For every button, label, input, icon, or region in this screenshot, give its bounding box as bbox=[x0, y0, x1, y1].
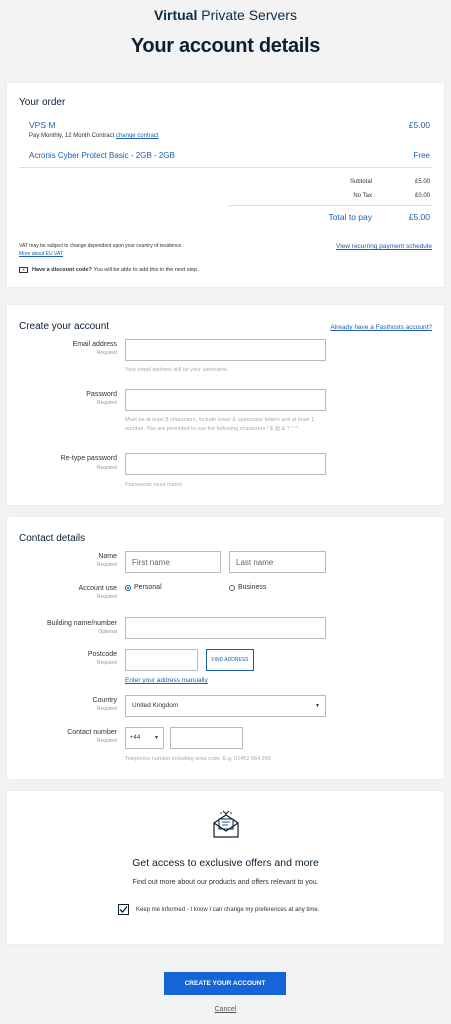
retype-hint: Passwords must match. bbox=[125, 482, 184, 488]
country-label: Country bbox=[92, 697, 117, 704]
first-name-field[interactable] bbox=[125, 551, 221, 573]
account-title: Create your account bbox=[19, 321, 110, 332]
tax-value: £0.00 bbox=[414, 193, 430, 199]
addon-name: Acronis Cyber Protect Basic - 2GB - 2GB bbox=[29, 151, 175, 160]
last-name-field[interactable] bbox=[229, 551, 326, 573]
product-price: £5.00 bbox=[408, 120, 430, 130]
email-field[interactable] bbox=[125, 339, 326, 361]
total-divider bbox=[229, 205, 432, 206]
contact-card: Contact details Name Required Account us… bbox=[7, 517, 444, 779]
email-hint: Your email address will be your username… bbox=[125, 367, 229, 373]
building-field[interactable] bbox=[125, 617, 326, 639]
retype-label: Re-type password bbox=[60, 455, 117, 462]
contract-info: Pay Monthly, 12 Month Contract change co… bbox=[29, 133, 159, 139]
offers-card: Get access to exclusive offers and more … bbox=[7, 791, 444, 944]
postcode-required: Required bbox=[96, 660, 117, 666]
voucher-icon: ✕ bbox=[19, 267, 28, 273]
chevron-down-icon: ▼ bbox=[315, 703, 320, 709]
retype-required: Required bbox=[96, 465, 117, 471]
checkbox-checked-icon[interactable] bbox=[118, 904, 129, 915]
radio-unchecked-icon bbox=[229, 584, 235, 591]
radio-personal[interactable]: Personal bbox=[125, 584, 162, 591]
manual-address-link[interactable]: Enter your address manually bbox=[125, 677, 208, 684]
subtotal-label: Subtotal bbox=[349, 179, 372, 185]
offers-title: Get access to exclusive offers and more bbox=[132, 857, 319, 869]
contact-title: Contact details bbox=[19, 533, 86, 544]
change-contract-link[interactable]: change contract bbox=[116, 133, 159, 139]
total-label: Total to pay bbox=[328, 212, 372, 222]
eu-vat-link[interactable]: More about EU VAT bbox=[19, 251, 63, 257]
password-field[interactable] bbox=[125, 389, 326, 411]
building-optional: Optional bbox=[98, 629, 117, 635]
divider bbox=[19, 167, 432, 168]
envelope-icon bbox=[212, 809, 240, 839]
brand-rest: Private Servers bbox=[201, 7, 297, 23]
find-address-button[interactable]: FIND ADDRESS bbox=[206, 649, 254, 671]
postcode-label: Postcode bbox=[87, 651, 117, 658]
discount-note: ✕ Have a discount code? You will be able… bbox=[19, 267, 199, 273]
country-required: Required bbox=[96, 706, 117, 712]
phone-label: Contact number bbox=[67, 729, 117, 736]
payment-schedule-link[interactable]: View recurring payment schedule bbox=[336, 243, 432, 250]
account-use-required: Required bbox=[96, 594, 117, 600]
building-label: Building name/number bbox=[46, 620, 117, 627]
addon-price: Free bbox=[413, 151, 430, 160]
order-title: Your order bbox=[19, 97, 66, 108]
name-label: Name bbox=[98, 553, 117, 560]
discount-bold: Have a discount code? bbox=[32, 267, 92, 273]
password-hint: Must be at least 8 characters, include l… bbox=[125, 417, 315, 432]
product-name: VPS M bbox=[29, 120, 56, 130]
vat-note: VAT may be subject to change dependent u… bbox=[19, 243, 183, 249]
subtotal-value: £5.00 bbox=[414, 179, 430, 185]
email-label: Email address bbox=[72, 341, 117, 348]
keep-informed-option[interactable]: Keep me informed - I know I can change m… bbox=[118, 904, 319, 915]
phone-code: +44 bbox=[130, 735, 141, 741]
radio-checked-icon bbox=[125, 584, 131, 591]
radio-business[interactable]: Business bbox=[229, 584, 266, 591]
total-value: £5.00 bbox=[408, 212, 430, 222]
password-label: Password bbox=[86, 391, 117, 398]
phone-hint: Telephone number including area code. E.… bbox=[125, 756, 271, 762]
create-account-button[interactable]: CREATE YOUR ACCOUNT bbox=[164, 972, 286, 995]
account-card: Create your account Already have a Fasth… bbox=[7, 305, 444, 505]
login-link[interactable]: Already have a Fasthosts account? bbox=[330, 324, 432, 331]
personal-label: Personal bbox=[134, 584, 162, 591]
country-code-select[interactable]: +44 ▼ bbox=[125, 727, 164, 749]
country-select[interactable]: United Kingdom ▼ bbox=[125, 695, 326, 717]
brand-bold: Virtual bbox=[154, 7, 198, 23]
order-card: Your order VPS M £5.00 Pay Monthly, 12 M… bbox=[7, 83, 444, 287]
country-value: United Kingdom bbox=[132, 702, 179, 709]
business-label: Business bbox=[238, 584, 267, 591]
phone-required: Required bbox=[96, 738, 117, 744]
discount-rest: You will be able to add this in the next… bbox=[93, 267, 199, 273]
offers-subtitle: Find out more about our products and off… bbox=[132, 879, 319, 886]
keep-informed-label: Keep me informed - I know I can change m… bbox=[136, 906, 320, 913]
chevron-down-icon: ▼ bbox=[154, 735, 159, 741]
brand-title: Virtual Private Servers bbox=[0, 7, 451, 23]
password-required: Required bbox=[96, 400, 117, 406]
cancel-link[interactable]: Cancel bbox=[0, 1006, 451, 1013]
account-use-label: Account use bbox=[78, 585, 117, 592]
contract-text: Pay Monthly, 12 Month Contract bbox=[29, 133, 115, 139]
postcode-field[interactable] bbox=[125, 649, 198, 671]
name-required: Required bbox=[96, 562, 117, 568]
phone-field[interactable] bbox=[170, 727, 243, 749]
tax-label: No Tax bbox=[353, 193, 372, 199]
retype-password-field[interactable] bbox=[125, 453, 326, 475]
email-required: Required bbox=[96, 350, 117, 356]
page-title: Your account details bbox=[130, 35, 321, 57]
